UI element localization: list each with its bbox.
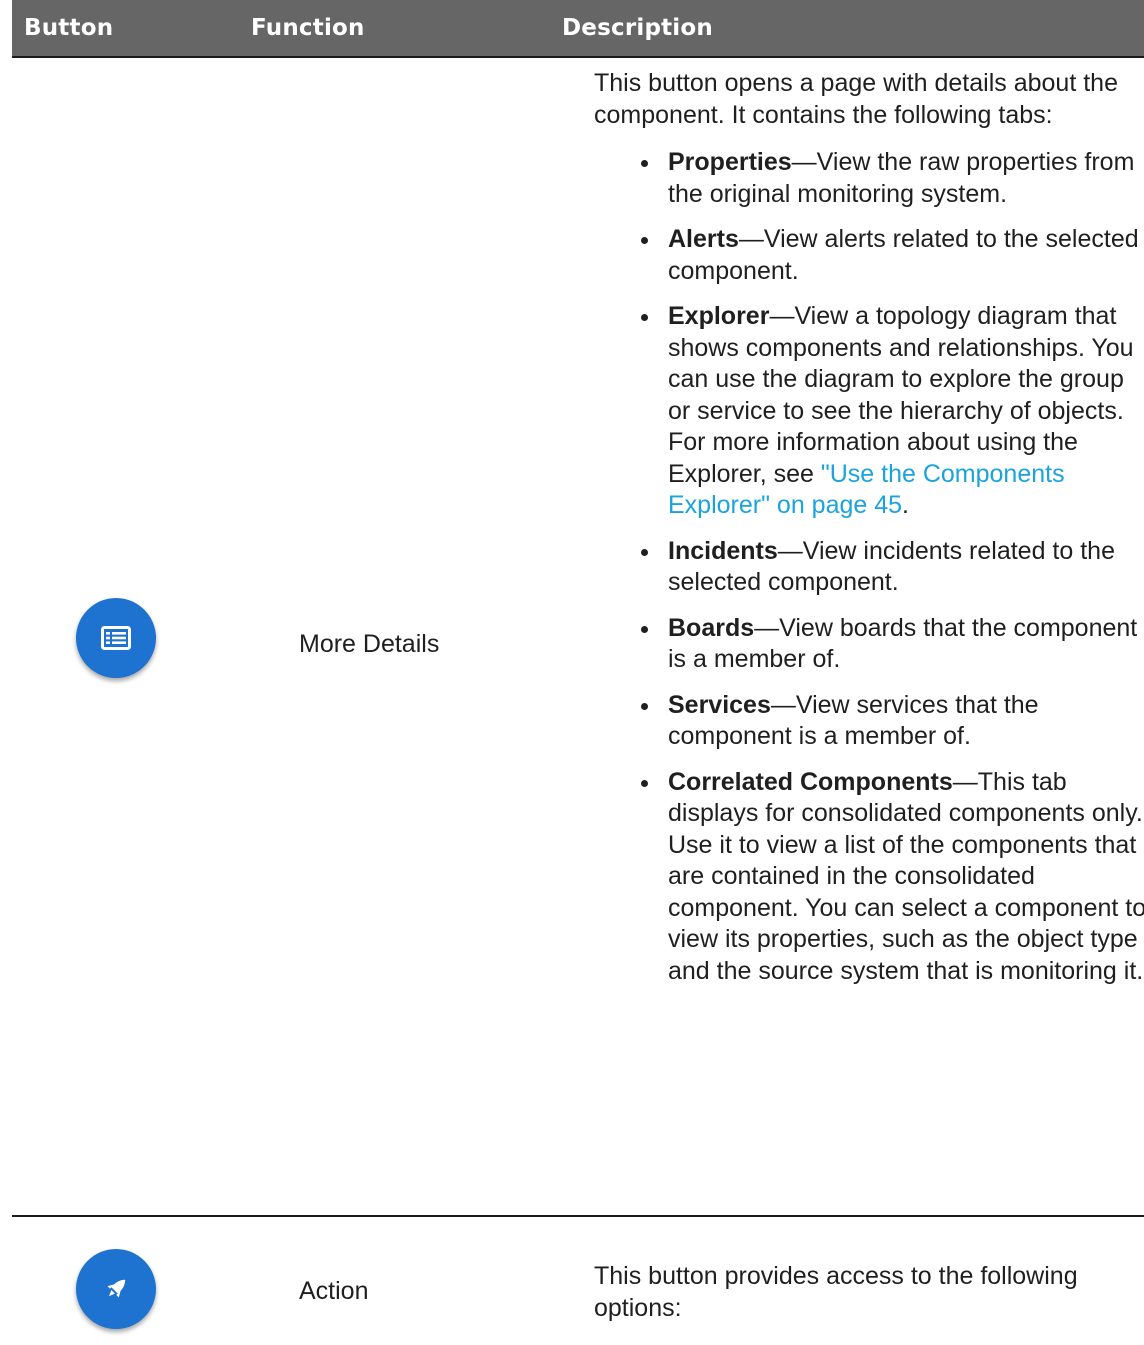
term-properties: Properties <box>668 148 792 176</box>
list-item-alerts: Alerts—View alerts related to the select… <box>641 224 1144 287</box>
description-intro: This button provides access to the follo… <box>594 1262 1078 1322</box>
tab-list: Properties—View the raw properties from … <box>594 147 1144 987</box>
list-item-boards: Boards—View boards that the component is… <box>641 613 1144 676</box>
header-function: Function <box>251 15 365 41</box>
description-intro: This button opens a page with details ab… <box>594 69 1118 129</box>
term-alerts: Alerts <box>668 225 739 253</box>
action-button[interactable] <box>76 1249 156 1329</box>
item-text-after: . <box>902 491 909 519</box>
table-row-action: Action This button provides access to th… <box>12 1217 1144 1345</box>
item-text: —View alerts related to the selected com… <box>668 225 1139 285</box>
details-list-icon <box>101 626 131 650</box>
list-item-properties: Properties—View the raw properties from … <box>641 147 1144 210</box>
term-explorer: Explorer <box>668 302 770 330</box>
function-label-more-details: More Details <box>299 630 440 658</box>
term-incidents: Incidents <box>668 536 778 565</box>
header-button: Button <box>24 15 114 41</box>
more-details-button[interactable] <box>76 598 156 678</box>
list-item-correlated-components: Correlated Components—This tab displays … <box>641 767 1144 988</box>
term-services: Services <box>668 690 771 719</box>
description-more-details: This button opens a page with details ab… <box>594 68 1144 1001</box>
table-row-more-details: More Details This button opens a page wi… <box>12 58 1144 1217</box>
term-boards: Boards <box>668 613 755 642</box>
description-action: This button provides access to the follo… <box>594 1261 1144 1324</box>
list-item-services: Services—View services that the componen… <box>641 690 1144 753</box>
item-text: —This tab displays for consolidated comp… <box>668 767 1144 985</box>
button-reference-table: Button Function Description More Details… <box>12 0 1144 1345</box>
list-item-incidents: Incidents—View incidents related to the … <box>641 536 1144 599</box>
function-label-action: Action <box>299 1277 369 1305</box>
table-header: Button Function Description <box>12 0 1144 58</box>
rocket-icon <box>107 1279 126 1298</box>
term-correlated-components: Correlated Components <box>668 767 953 796</box>
list-item-explorer: Explorer—View a topology diagram that sh… <box>641 301 1144 522</box>
header-description: Description <box>562 15 713 41</box>
